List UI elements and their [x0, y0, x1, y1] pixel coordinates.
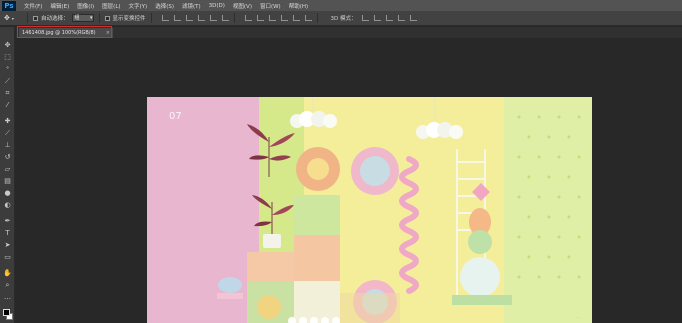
menu-select[interactable]: 选择(S): [155, 2, 174, 10]
menu-edit[interactable]: 编辑(E): [50, 2, 69, 10]
align-top-icon[interactable]: [161, 15, 169, 21]
eraser-tool-icon[interactable]: ▱: [3, 165, 12, 173]
distribute-top-icon[interactable]: [244, 15, 252, 21]
white-sphere: [460, 257, 500, 297]
options-bar: ✥ ▾ 自动选择： 组 ▾ 显示变换控件 3D 模式：: [0, 11, 682, 26]
move-tool-icon[interactable]: ✥: [3, 41, 12, 49]
divider: [27, 13, 28, 23]
foreground-color-swatch[interactable]: [3, 309, 10, 316]
chevron-down-icon: ▾: [11, 15, 14, 21]
lasso-tool-icon[interactable]: ᐤ: [3, 65, 12, 73]
zoom-tool-icon[interactable]: ⌕: [3, 281, 12, 289]
3d-roll-icon[interactable]: [373, 15, 381, 21]
align-left-icon[interactable]: [197, 15, 205, 21]
hand-tool-icon[interactable]: ✋: [3, 269, 12, 277]
menu-type[interactable]: 文字(Y): [129, 2, 148, 10]
orange-disc-center: [307, 158, 329, 180]
history-brush-tool-icon[interactable]: ↺: [3, 153, 12, 161]
gradient-tool-icon[interactable]: ▤: [3, 177, 12, 185]
3d-scale-icon[interactable]: [409, 15, 417, 21]
watermark-text: ...: [575, 313, 581, 320]
rectangle-tool-icon[interactable]: ▭: [3, 253, 12, 261]
tools-panel: ✥ ⬚ ᐤ ⟋ ⌗ ⁄ ✚ ⟋ ⊥ ↺ ▱ ▤ ● ◐ ✒ T ➤ ▭ ✋ ⌕ …: [0, 27, 15, 323]
menu-file[interactable]: 文件(F): [24, 2, 42, 10]
more-tools-icon[interactable]: …: [3, 293, 12, 301]
photoshop-logo: Ps: [2, 0, 16, 11]
auto-select-dropdown[interactable]: 组 ▾: [71, 14, 94, 22]
align-hcenter-icon[interactable]: [209, 15, 217, 21]
distribute-right-icon[interactable]: [304, 15, 312, 21]
green-cylinder: [468, 230, 492, 254]
auto-select-value: 组: [74, 15, 80, 21]
divider: [98, 13, 100, 23]
divider: [233, 13, 235, 23]
path-select-tool-icon[interactable]: ➤: [3, 241, 12, 249]
align-bottom-icon[interactable]: [185, 15, 193, 21]
green-wall-panel: [504, 97, 592, 323]
move-tool-icon: ✥: [4, 14, 10, 22]
dodge-tool-icon[interactable]: ◐: [3, 201, 12, 209]
marquee-tool-icon[interactable]: ⬚: [3, 53, 12, 61]
align-right-icon[interactable]: [221, 15, 229, 21]
menu-window[interactable]: 窗口(W): [260, 2, 281, 10]
3d-orbit-icon[interactable]: [361, 15, 369, 21]
distribute-vcenter-icon[interactable]: [256, 15, 264, 21]
3d-mode-label: 3D 模式：: [330, 16, 357, 22]
document-tab-strip: 1461408.jpg @ 100%(RGB/8) ×: [16, 27, 682, 38]
show-transform-checkbox[interactable]: [104, 15, 110, 21]
type-tool-icon[interactable]: T: [3, 229, 12, 237]
show-transform-label: 显示变换控件: [112, 16, 146, 22]
cream-block: [294, 281, 340, 323]
auto-select-checkbox[interactable]: [33, 15, 38, 21]
crop-tool-icon[interactable]: ⌗: [3, 89, 12, 97]
green-ledge: [452, 295, 512, 305]
3d-slide-icon[interactable]: [397, 15, 405, 21]
blue-roll: [218, 277, 242, 293]
pink-base: [217, 293, 243, 299]
pink-wall-panel: [147, 97, 259, 323]
healing-brush-tool-icon[interactable]: ✚: [3, 117, 12, 125]
tab-highlight-box: [17, 26, 112, 38]
peach-block: [294, 235, 340, 281]
distribute-hcenter-icon[interactable]: [292, 15, 300, 21]
divider: [150, 13, 152, 23]
blur-tool-icon[interactable]: ●: [3, 189, 12, 197]
menu-image[interactable]: 图像(I): [77, 2, 94, 10]
lower-block: [340, 293, 400, 323]
peach-box: [247, 252, 295, 282]
menu-view[interactable]: 视图(V): [233, 2, 252, 10]
pink-ring-center: [360, 156, 390, 186]
yellow-ball: [257, 295, 281, 319]
pen-tool-icon[interactable]: ✒: [3, 217, 12, 225]
artwork-corner-text: 07: [169, 111, 182, 122]
auto-select-label: 自动选择：: [41, 16, 69, 22]
tool-preset-picker[interactable]: ✥ ▾: [4, 13, 22, 23]
menu-help[interactable]: 帮助(H): [289, 2, 308, 10]
menu-layer[interactable]: 图层(L): [102, 2, 120, 10]
3d-pan-icon[interactable]: [385, 15, 393, 21]
chevron-down-icon: ▾: [90, 15, 93, 21]
menu-bar: Ps 文件(F) 编辑(E) 图像(I) 图层(L) 文字(Y) 选择(S) 滤…: [0, 0, 682, 11]
lime-block: [294, 195, 340, 235]
divider: [316, 13, 318, 23]
artwork-image: 07: [147, 97, 592, 323]
distribute-bottom-icon[interactable]: [268, 15, 276, 21]
quick-select-tool-icon[interactable]: ⟋: [3, 77, 12, 85]
menu-filter[interactable]: 滤镜(T): [182, 2, 201, 10]
distribute-left-icon[interactable]: [280, 15, 288, 21]
eyedropper-tool-icon[interactable]: ⁄: [3, 101, 12, 109]
document-canvas[interactable]: 07: [147, 97, 592, 323]
clone-stamp-tool-icon[interactable]: ⊥: [3, 141, 12, 149]
align-vcenter-icon[interactable]: [173, 15, 181, 21]
menu-3d[interactable]: 3D(D): [209, 3, 225, 9]
brush-tool-icon[interactable]: ⟋: [3, 129, 12, 137]
